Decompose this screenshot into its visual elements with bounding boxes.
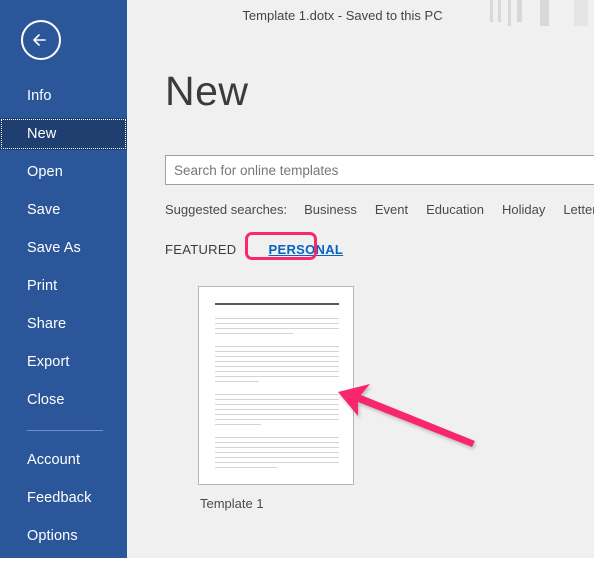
sidebar-item-label: Account [27, 452, 81, 468]
thumb-text-line [215, 346, 339, 347]
thumb-text-line [215, 409, 339, 410]
sidebar-divider [27, 430, 103, 431]
bottom-edge-strip [0, 558, 594, 564]
thumb-text-line [215, 462, 339, 463]
sidebar-item-print[interactable]: Print [0, 270, 127, 302]
sidebar-item-label: Options [27, 528, 78, 544]
back-arrow-icon[interactable] [21, 20, 61, 60]
page-title: New [165, 68, 249, 114]
sidebar-item-new[interactable]: New [0, 118, 127, 150]
search-input[interactable] [165, 155, 594, 185]
sidebar-item-label: Export [27, 354, 70, 370]
suggested-link-education[interactable]: Education [426, 202, 484, 217]
sidebar-item-feedback[interactable]: Feedback [0, 482, 127, 514]
sidebar-item-save[interactable]: Save [0, 194, 127, 226]
thumb-text-line [215, 323, 339, 324]
sidebar-item-label: Open [27, 164, 63, 180]
sidebar-item-info[interactable]: Info [0, 80, 127, 112]
thumb-text-line [215, 371, 339, 372]
thumb-text-line [215, 394, 339, 395]
new-pane: New Suggested searches: Business Event E… [127, 30, 594, 558]
sidebar-item-label: Info [27, 88, 52, 104]
thumb-heading-rule [215, 303, 339, 305]
thumb-text-line [215, 457, 339, 458]
word-backstage-new-screen: Info New Open Save Save As Print Share E… [0, 0, 594, 564]
sidebar-item-label: Save As [27, 240, 81, 256]
thumb-text-line [215, 414, 339, 415]
thumb-text-line [215, 399, 339, 400]
thumb-text-line [215, 419, 339, 420]
thumb-text-line [215, 376, 339, 377]
sidebar-item-label: Print [27, 278, 58, 294]
thumb-text-line [215, 381, 259, 382]
sidebar-item-export[interactable]: Export [0, 346, 127, 378]
backstage-sidebar: Info New Open Save Save As Print Share E… [0, 0, 127, 558]
sidebar-item-close[interactable]: Close [0, 384, 127, 416]
search-row [165, 155, 594, 185]
tab-featured[interactable]: FEATURED [165, 242, 237, 257]
suggested-link-holiday[interactable]: Holiday [502, 202, 545, 217]
sidebar-item-open[interactable]: Open [0, 156, 127, 188]
title-bar: Template 1.dotx - Saved to this PC [127, 0, 594, 30]
sidebar-item-label: Share [27, 316, 67, 332]
sidebar-item-options[interactable]: Options [0, 520, 127, 552]
suggested-searches-label: Suggested searches: [165, 201, 288, 217]
sidebar-item-label: Feedback [27, 490, 92, 506]
template-category-tabs: FEATURED PERSONAL [165, 238, 343, 260]
thumb-text-line [215, 351, 339, 352]
suggested-link-business[interactable]: Business [304, 202, 357, 217]
template-thumbnail [198, 286, 354, 485]
thumb-text-line [215, 442, 339, 443]
tab-personal[interactable]: PERSONAL [269, 242, 344, 257]
suggested-link-event[interactable]: Event [375, 202, 408, 217]
thumb-text-line [215, 356, 339, 357]
thumb-text-line [215, 328, 339, 329]
sidebar-item-label: Save [27, 202, 61, 218]
sidebar-item-label: New [27, 126, 57, 142]
suggested-searches: Suggested searches: Business Event Educa… [165, 199, 594, 219]
thumb-text-line [215, 333, 293, 334]
thumb-text-line [215, 318, 339, 319]
sidebar-item-save-as[interactable]: Save As [0, 232, 127, 264]
template-label: Template 1 [200, 496, 264, 511]
thumb-text-line [215, 424, 261, 425]
thumb-text-line [215, 361, 339, 362]
sidebar-item-share[interactable]: Share [0, 308, 127, 340]
thumb-text-line [215, 447, 339, 448]
suggested-link-letters[interactable]: Letters [563, 202, 594, 217]
template-tile-template-1[interactable]: Template 1 [198, 286, 354, 511]
thumb-text-line [215, 404, 339, 405]
document-title: Template 1.dotx - Saved to this PC [242, 8, 443, 23]
thumb-text-line [215, 366, 339, 367]
sidebar-item-account[interactable]: Account [0, 444, 127, 476]
thumb-text-line [215, 437, 339, 438]
thumb-text-line [215, 452, 339, 453]
sidebar-item-label: Close [27, 392, 65, 408]
thumb-text-line [215, 467, 277, 468]
